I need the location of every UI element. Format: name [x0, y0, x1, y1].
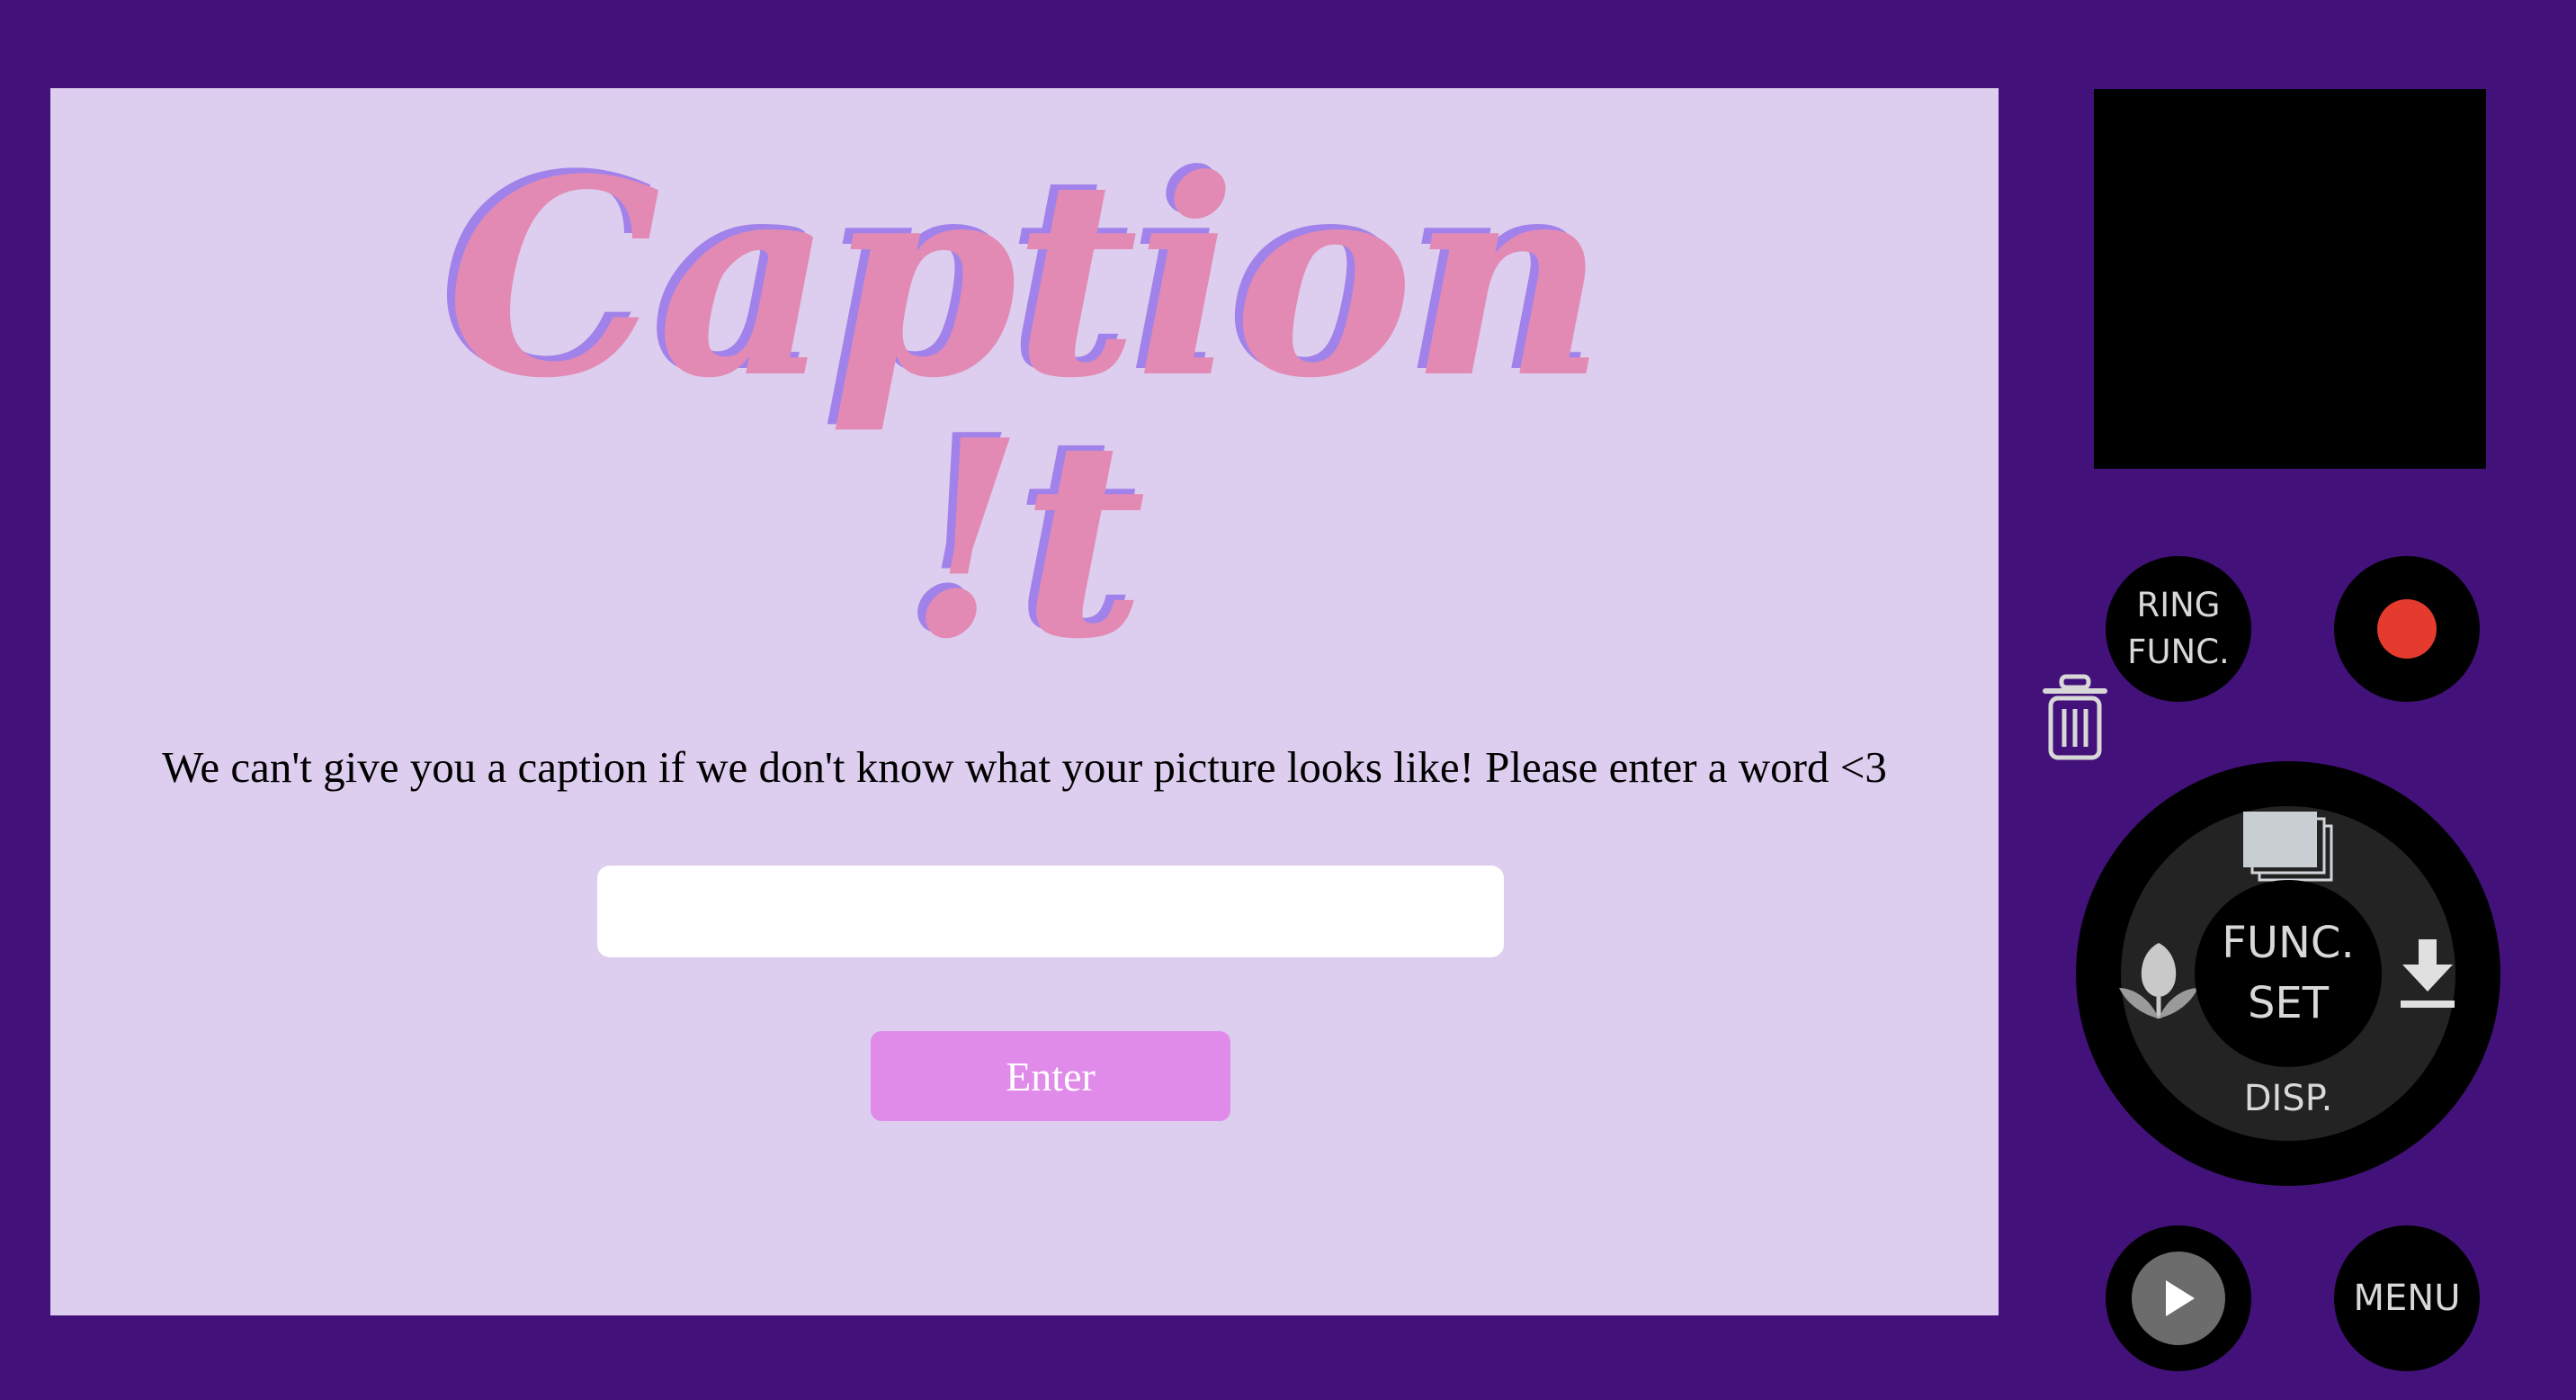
func-set-label-line2: SET	[2247, 978, 2330, 1028]
record-button[interactable]	[2334, 556, 2480, 702]
control-dial[interactable]: FUNC. SET DISP.	[2076, 761, 2500, 1186]
app-title-line2: !t	[906, 381, 1146, 698]
ring-func-label-line1: RING	[2136, 586, 2221, 625]
app-title-line1: Caption	[446, 120, 1606, 437]
ring-func-button[interactable]: RING FUNC.	[2106, 556, 2251, 702]
macro-flower-icon[interactable]	[2117, 938, 2200, 1028]
record-icon	[2377, 599, 2437, 659]
download-icon[interactable]	[2398, 938, 2457, 1015]
word-input[interactable]	[597, 866, 1504, 957]
disp-label[interactable]: DISP.	[2076, 1078, 2500, 1119]
func-set-label-line1: FUNC.	[2222, 917, 2355, 968]
ring-func-label-line2: FUNC.	[2127, 633, 2230, 671]
instruction-message: We can't give you a caption if we don't …	[162, 742, 1887, 792]
trash-icon[interactable]	[2042, 673, 2108, 767]
enter-button[interactable]: Enter	[871, 1031, 1230, 1121]
menu-button[interactable]: MENU	[2334, 1225, 2480, 1371]
stack-icon[interactable]	[2241, 812, 2337, 889]
viewfinder-display	[2094, 89, 2486, 469]
app-screen: Caption !t We can't give you a caption i…	[50, 88, 1999, 1315]
playback-button[interactable]	[2106, 1225, 2251, 1371]
func-set-button[interactable]: FUNC. SET	[2195, 880, 2382, 1067]
play-icon	[2132, 1252, 2225, 1345]
